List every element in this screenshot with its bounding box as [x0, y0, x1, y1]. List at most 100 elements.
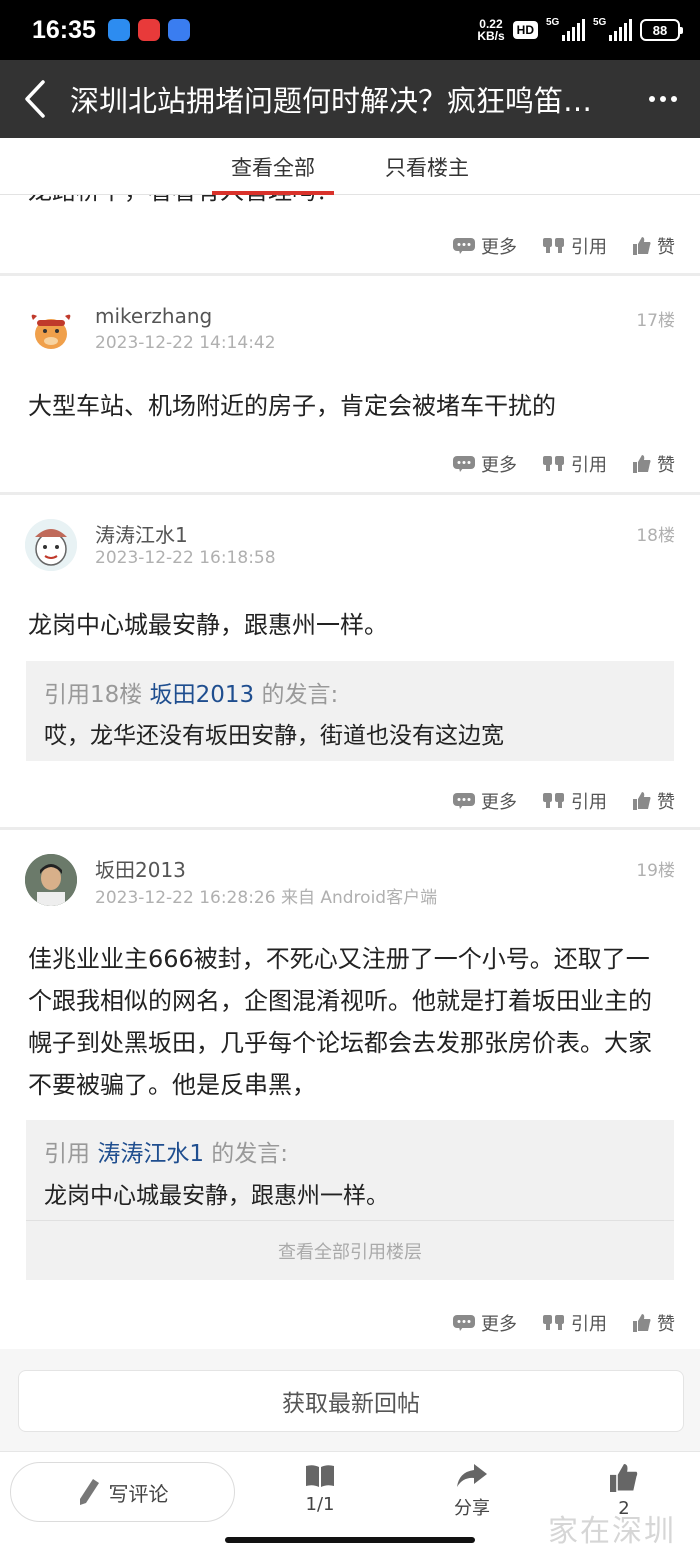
avatar[interactable] — [25, 854, 77, 906]
more-action[interactable]: 更多 — [453, 788, 517, 814]
reply-post: 龙路桥下，看看有人管理吗？ 更多 引用 赞 — [0, 195, 700, 273]
quote-suffix: 的发言: — [211, 1141, 289, 1167]
tab-op-only[interactable]: 只看楼主 — [366, 138, 488, 195]
tab-view-all[interactable]: 查看全部 — [212, 138, 334, 195]
status-time: 16:35 — [32, 15, 96, 44]
quoted-username[interactable]: 涛涛江水1 — [97, 1141, 204, 1167]
reply-feed[interactable]: 龙路桥下，看看有人管理吗？ 更多 引用 赞 mikerzhang 2023-12… — [0, 195, 700, 1451]
reply-content: 龙岗中心城最安静，跟惠州一样。 — [28, 611, 388, 639]
more-action-label: 更多 — [481, 792, 517, 813]
cow-avatar-icon — [31, 314, 71, 349]
quote-action[interactable]: 引用 — [543, 788, 607, 814]
post-time: 2023-12-22 16:28:26 来自 Android客户端 — [95, 888, 438, 908]
network-speed-unit: KB/s — [477, 29, 505, 43]
more-action[interactable]: 更多 — [453, 1310, 517, 1336]
quote-header: 引用18楼 坂田2013 的发言: — [44, 675, 338, 709]
post-actions: 更多 引用 赞 — [453, 1310, 675, 1336]
floor-number: 18楼 — [636, 526, 675, 546]
quote-icon — [543, 456, 564, 471]
post-time: 2023-12-22 14:14:42 — [95, 333, 276, 353]
floor-number: 19楼 — [636, 861, 675, 881]
home-indicator[interactable] — [225, 1537, 475, 1543]
thumbs-up-icon — [633, 1314, 651, 1332]
reply-content: 佳兆业业主666被封，不死心又注册了一个小号。还取了一个跟我相似的网名，企图混淆… — [28, 945, 652, 1099]
post-actions: 更多 引用 赞 — [453, 788, 675, 814]
quote-action[interactable]: 引用 — [543, 1310, 607, 1336]
like-action-label: 赞 — [657, 792, 675, 813]
status-bar: 16:35 0.22 KB/s HD 5G 5G 88 — [0, 0, 700, 60]
quote-action-label: 引用 — [571, 455, 607, 476]
signal-icon: 5G — [546, 17, 585, 41]
write-comment-label: 写评论 — [108, 1481, 169, 1506]
quote-prefix: 引用 — [44, 1141, 90, 1167]
more-action[interactable]: 更多 — [453, 233, 517, 259]
username[interactable]: mikerzhang — [95, 304, 212, 328]
pencil-icon — [79, 1479, 99, 1505]
signal-label: 5G — [593, 17, 607, 28]
more-options-button[interactable] — [626, 60, 700, 138]
page-title: 深圳北站拥堵问题何时解决？疯狂鸣笛… — [70, 84, 593, 118]
like-action-label: 赞 — [657, 1314, 675, 1335]
battery-icon: 88 — [640, 19, 683, 41]
share-label: 分享 — [454, 1498, 490, 1519]
network-speed: 0.22 KB/s — [477, 18, 504, 42]
quote-text: 哎，龙华还没有坂田安静，街道也没有这边宽 — [44, 723, 504, 749]
comment-bubble-icon — [453, 238, 475, 254]
more-action[interactable]: 更多 — [453, 451, 517, 477]
write-comment-button[interactable]: 写评论 — [10, 1462, 235, 1522]
quoted-reply: 引用18楼 坂田2013 的发言: 哎，龙华还没有坂田安静，街道也没有这边宽 — [26, 661, 674, 761]
thumbs-up-icon — [633, 237, 651, 255]
quote-prefix: 引用18楼 — [44, 682, 143, 708]
more-dots-icon — [649, 96, 655, 102]
quoted-username[interactable]: 坂田2013 — [150, 682, 255, 708]
comment-bubble-icon — [453, 456, 475, 472]
tab-bar: 查看全部 只看楼主 — [0, 138, 700, 195]
battery-level: 88 — [652, 22, 668, 38]
reply-post: 坂田2013 2023-12-22 16:28:26 来自 Android客户端… — [0, 830, 700, 1349]
floor-number: 17楼 — [636, 311, 675, 331]
hd-badge: HD — [512, 21, 538, 39]
quote-action-label: 引用 — [571, 237, 607, 258]
notification-icons — [107, 19, 190, 41]
book-icon — [306, 1465, 334, 1487]
app-notification-icon — [167, 19, 190, 41]
username[interactable]: 涛涛江水1 — [95, 519, 188, 548]
quote-text: 龙岗中心城最安静，跟惠州一样。 — [44, 1183, 389, 1209]
more-action-label: 更多 — [481, 237, 517, 258]
avatar[interactable] — [25, 304, 77, 356]
app-bar: 深圳北站拥堵问题何时解决？疯狂鸣笛… — [0, 60, 700, 138]
watermark: 家在深圳 — [548, 1514, 676, 1549]
signal-label: 5G — [546, 17, 560, 28]
like-action[interactable]: 赞 — [633, 451, 675, 477]
comment-bubble-icon — [453, 793, 475, 809]
quote-action-label: 引用 — [571, 1314, 607, 1335]
signal-icon: 5G — [593, 17, 632, 41]
view-all-quotes-button[interactable]: 查看全部引用楼层 — [26, 1220, 674, 1280]
load-latest-replies-button[interactable]: 获取最新回帖 — [18, 1370, 684, 1432]
quote-action[interactable]: 引用 — [543, 233, 607, 259]
pages-label: 1/1 — [305, 1494, 335, 1515]
like-action[interactable]: 赞 — [633, 233, 675, 259]
like-action[interactable]: 赞 — [633, 788, 675, 814]
cartoon-avatar-icon — [25, 519, 77, 571]
pages-button[interactable]: 1/1 — [275, 1464, 365, 1515]
share-button[interactable]: 分享 — [427, 1464, 517, 1520]
back-arrow-icon — [25, 80, 45, 118]
avatar[interactable] — [25, 519, 77, 571]
post-actions: 更多 引用 赞 — [453, 233, 675, 259]
quote-icon — [543, 1315, 564, 1330]
reply-content: 大型车站、机场附近的房子，肯定会被堵车干扰的 — [28, 392, 556, 420]
username[interactable]: 坂田2013 — [95, 854, 186, 883]
quote-suffix: 的发言: — [261, 682, 339, 708]
photo-avatar-icon — [25, 854, 77, 906]
quote-action[interactable]: 引用 — [543, 451, 607, 477]
like-action[interactable]: 赞 — [633, 1310, 675, 1336]
post-time: 2023-12-22 16:18:58 — [95, 548, 276, 568]
quoted-reply: 引用 涛涛江水1 的发言: 龙岗中心城最安静，跟惠州一样。 查看全部引用楼层 — [26, 1120, 674, 1280]
comment-bubble-icon — [453, 1315, 475, 1331]
back-button[interactable] — [0, 60, 70, 138]
reply-post: mikerzhang 2023-12-22 14:14:42 17楼 大型车站、… — [0, 276, 700, 492]
more-action-label: 更多 — [481, 1314, 517, 1335]
thumbs-up-icon — [610, 1464, 638, 1492]
quote-icon — [543, 238, 564, 253]
